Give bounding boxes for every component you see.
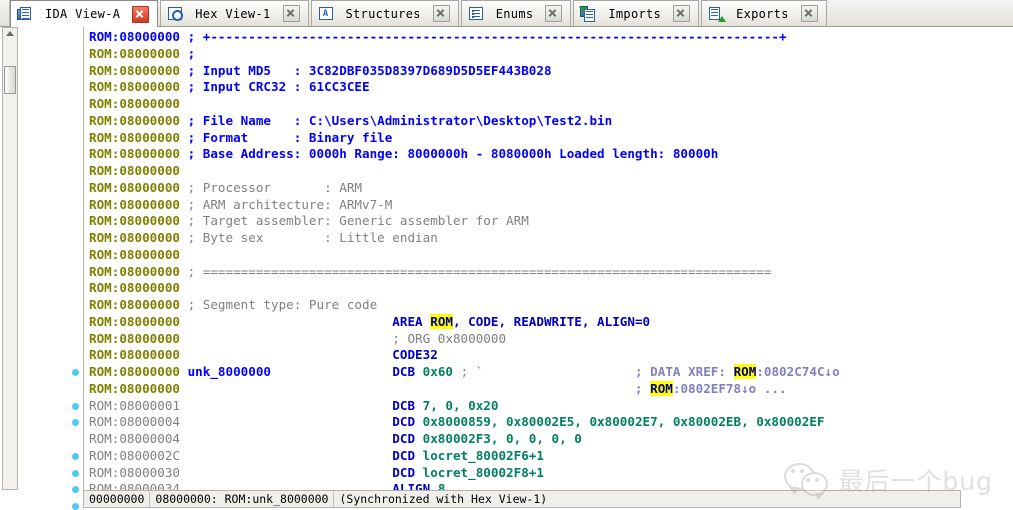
close-icon[interactable] [282, 5, 300, 22]
disassembly-line[interactable]: ROM:0800002C DCD locret_80002F6+1 [89, 448, 840, 465]
structures-icon: A [318, 6, 335, 22]
disassembly-line[interactable]: ROM:08000000 ; Processor : ARM [89, 180, 840, 197]
tab-list: IDA View-A Hex View-1 A Structures Enums… [10, 0, 829, 27]
tab-label: Exports [736, 6, 789, 21]
disassembly-line[interactable]: ROM:08000000 ; Segment type: Pure code [89, 297, 840, 314]
ida-view-main: ROM:08000000 ; +------------------------… [0, 27, 1013, 510]
close-icon[interactable] [132, 5, 150, 23]
disassembly-line[interactable]: ROM:08000000 ; ROM:0802EF78↓o ... [89, 380, 840, 398]
close-icon[interactable] [800, 5, 818, 22]
breakpoint-dot-icon[interactable] [72, 419, 79, 427]
close-icon[interactable] [545, 5, 563, 22]
tab-label: Hex View-1 [195, 6, 271, 21]
tab-label: Enums [495, 6, 534, 21]
disassembly-line[interactable]: ROM:08000000 [89, 96, 840, 113]
status-sync: (Synchronized with Hex View-1) [339, 492, 548, 506]
tab-label: Structures [345, 6, 421, 21]
disassembly-line[interactable]: ROM:08000000 ; Base Address: 0000h Range… [89, 146, 840, 163]
breakpoint-dot-icon[interactable] [72, 402, 79, 410]
tab-structures[interactable]: A Structures [310, 0, 459, 26]
tab-label: Imports [608, 6, 662, 21]
tab-imports[interactable]: Imports [573, 0, 700, 26]
breakpoint-dot-icon[interactable] [72, 503, 79, 510]
disassembly-line[interactable]: ROM:08000000 ; =========================… [89, 264, 840, 281]
disassembly-line[interactable]: ROM:08000000 ; ARM architecture: ARMv7-M [89, 197, 840, 214]
disassembly-line[interactable]: ROM:08000030 DCD locret_80002F8+1 [89, 465, 840, 482]
disassembly-line[interactable]: ROM:08000000 ; ORG 0x8000000 [89, 331, 840, 348]
close-icon[interactable] [432, 5, 450, 22]
disassembly-line[interactable]: ROM:08000000 ; Byte sex : Little endian [89, 230, 840, 247]
close-icon[interactable] [673, 5, 691, 22]
scrollbar-thumb[interactable] [4, 66, 16, 94]
disassembly-text: ROM:08000000 ; +------------------------… [89, 29, 840, 490]
disassembly-line[interactable]: ROM:08000000 ; Input CRC32 : 61CC3CEE [89, 79, 840, 96]
disassembly-line[interactable]: ROM:08000000 ; Target assembler: Generic… [89, 213, 840, 230]
disassembly-line[interactable]: ROM:08000000 ; +------------------------… [89, 29, 840, 46]
enums-icon [468, 6, 485, 22]
tab-enums[interactable]: Enums [460, 0, 572, 26]
disassembly-line[interactable]: ROM:08000000 ; Input MD5 : 3C82DBF035D83… [89, 63, 840, 80]
hex-circle-icon [167, 6, 184, 22]
disassembly-pane[interactable]: ROM:08000000 ; +------------------------… [83, 27, 962, 490]
tab-label: IDA View-A [45, 7, 121, 21]
imports-icon [579, 5, 597, 22]
disassembly-line[interactable]: ROM:08000000 AREA ROM, CODE, READWRITE, … [89, 313, 840, 331]
status-offset: 00000000 [84, 491, 151, 507]
tab-bar: IDA View-A Hex View-1 A Structures Enums… [0, 0, 1013, 27]
status-bar: 00000000 08000000: ROM:unk_8000000 (Sync… [83, 490, 961, 508]
breakpoint-dot-icon[interactable] [72, 469, 79, 477]
breakpoint-gutter[interactable] [26, 27, 83, 510]
tab-ida-view-a[interactable]: IDA View-A [10, 0, 159, 27]
disassembly-line[interactable]: ROM:08000000 ; [89, 46, 840, 63]
tab-bar-left-cap [0, 0, 10, 26]
disassembly-line[interactable]: ROM:08000034 ALIGN 8 [89, 481, 840, 490]
disassembly-line[interactable]: ROM:08000000 CODE32 [89, 347, 840, 364]
breakpoint-dot-icon[interactable] [72, 369, 79, 376]
disassembly-line[interactable]: ROM:08000000 [89, 247, 840, 264]
disassembly-line[interactable]: ROM:08000001 DCB 7, 0, 0x20 [89, 398, 840, 415]
disassembly-line[interactable]: ROM:08000004 DCD 0x8000859, 0x80002E5, 0… [89, 414, 840, 431]
disassembly-line[interactable]: ROM:08000000 ; Format : Binary file [89, 130, 840, 147]
breakpoint-dot-icon[interactable] [72, 452, 79, 460]
disassembly-line[interactable]: ROM:08000004 DCD 0x80002F3, 0, 0, 0, 0 [89, 431, 840, 448]
status-address: 08000000: ROM:unk_8000000 [150, 491, 335, 507]
disassembly-line[interactable]: ROM:08000000 [89, 163, 840, 180]
disassembly-line[interactable]: ROM:08000000 [89, 280, 840, 297]
document-icon [17, 6, 34, 22]
tab-exports[interactable]: Exports [701, 0, 827, 26]
disassembly-line[interactable]: ROM:08000000 unk_8000000 DCB 0x60 ; ` ; … [89, 364, 840, 381]
exports-icon [708, 6, 727, 22]
breakpoint-dot-icon[interactable] [72, 486, 79, 494]
navigator-scrollbar[interactable] [2, 27, 18, 490]
tab-hex-view-1[interactable]: Hex View-1 [160, 0, 309, 26]
disassembly-line[interactable]: ROM:08000000 ; File Name : C:\Users\Admi… [89, 113, 840, 130]
scroll-up-arrow-icon[interactable] [6, 31, 14, 36]
